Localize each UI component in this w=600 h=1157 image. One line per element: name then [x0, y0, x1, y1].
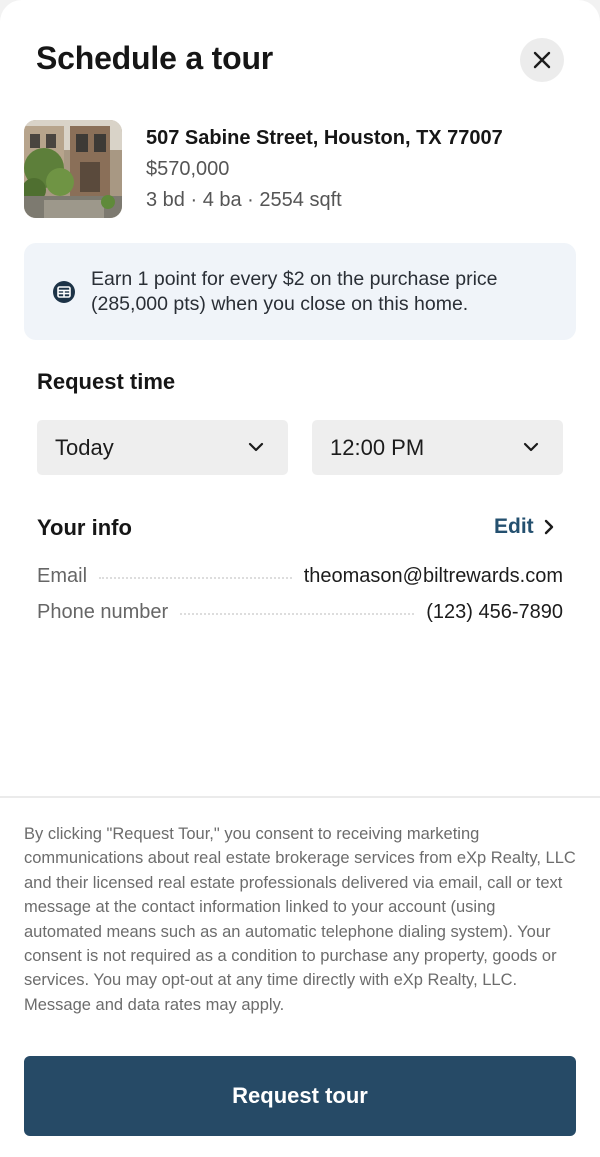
- points-text: Earn 1 point for every $2 on the purchas…: [91, 268, 498, 315]
- points-banner: Earn 1 point for every $2 on the purchas…: [24, 243, 576, 340]
- rewards-card-icon: [53, 281, 75, 303]
- footer-divider: [0, 796, 600, 798]
- page-title: Schedule a tour: [36, 40, 274, 76]
- schedule-tour-sheet: Schedule a tour 507 Sabine Street, Houst…: [0, 0, 600, 1157]
- your-info-heading: Your info: [37, 515, 132, 540]
- chevron-right-icon: [544, 519, 553, 535]
- time-select-value: 12:00 PM: [330, 435, 425, 460]
- phone-label: Phone number: [37, 600, 169, 623]
- day-select-value: Today: [55, 435, 114, 460]
- email-row: Email theomason@biltrewards.com: [37, 563, 563, 589]
- property-price: $570,000: [146, 158, 230, 180]
- phone-row: Phone number (123) 456-7890: [37, 599, 563, 625]
- consent-disclaimer: By clicking "Request Tour," you consent …: [24, 825, 576, 1014]
- dotted-leader: [180, 613, 415, 615]
- property-address: 507 Sabine Street, Houston, TX 77007: [146, 127, 503, 149]
- request-time-heading: Request time: [37, 369, 176, 394]
- request-tour-button[interactable]: Request tour: [24, 1056, 576, 1136]
- property-details: 3 bd · 4 ba · 2554 sqft: [146, 189, 342, 211]
- property-photo: [24, 120, 122, 218]
- time-select[interactable]: 12:00 PM: [312, 420, 563, 475]
- close-icon: [533, 51, 551, 69]
- day-select[interactable]: Today: [37, 420, 288, 475]
- close-button[interactable]: [520, 38, 564, 82]
- edit-label: Edit: [494, 515, 534, 538]
- edit-info-link[interactable]: Edit: [494, 515, 554, 539]
- chevron-down-icon: [248, 442, 264, 452]
- dotted-leader: [99, 577, 292, 579]
- phone-value: (123) 456-7890: [426, 600, 563, 623]
- email-label: Email: [37, 564, 88, 587]
- chevron-down-icon: [523, 442, 539, 452]
- email-value: theomason@biltrewards.com: [303, 564, 563, 587]
